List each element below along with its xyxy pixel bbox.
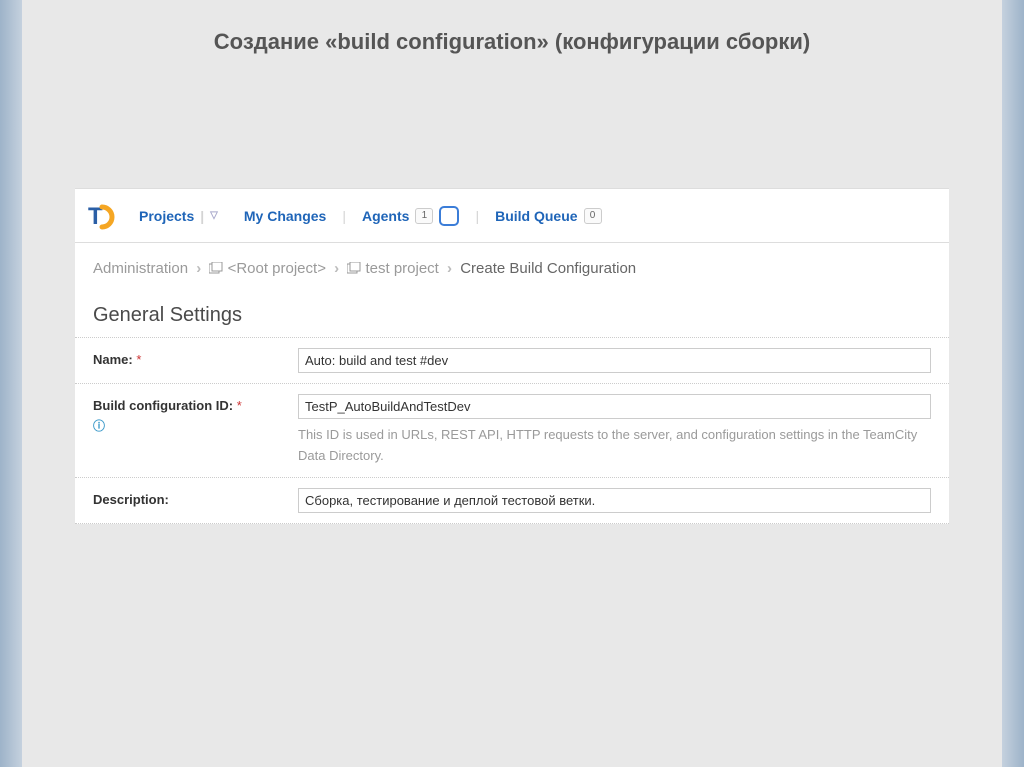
id-hint: This ID is used in URLs, REST API, HTTP …	[298, 425, 931, 467]
project-icon	[347, 258, 361, 282]
name-label: Name: *	[93, 348, 298, 367]
chevron-right-icon: ›	[196, 260, 201, 277]
required-mark: *	[237, 398, 242, 413]
slide-gradient-right	[1002, 0, 1024, 767]
chevron-right-icon: ›	[447, 260, 452, 277]
slide-gradient-left	[0, 0, 22, 767]
breadcrumb-root[interactable]: <Root project>	[228, 260, 326, 277]
project-icon	[209, 258, 223, 282]
agents-count-badge: 1	[415, 208, 433, 224]
breadcrumb-test-project[interactable]: test project	[365, 260, 438, 277]
description-input[interactable]	[298, 488, 931, 513]
agent-status-icon	[439, 206, 459, 226]
nav-projects[interactable]: Projects | ▽	[129, 202, 228, 230]
top-nav: T Projects | ▽ My Changes | Agents 1 | B…	[75, 189, 949, 243]
build-id-input[interactable]	[298, 394, 931, 419]
breadcrumb-admin[interactable]: Administration	[93, 260, 188, 277]
form-row-description: Description:	[75, 477, 949, 524]
name-label-text: Name:	[93, 352, 133, 367]
description-label: Description:	[93, 488, 298, 507]
nav-agents[interactable]: Agents 1	[352, 200, 469, 232]
slide-title: Создание «build configuration» (конфигур…	[0, 0, 1024, 56]
nav-projects-label: Projects	[139, 208, 194, 224]
teamcity-panel: T Projects | ▽ My Changes | Agents 1 | B…	[75, 188, 949, 524]
form-row-id: Build configuration ID: * ⓘ This ID is u…	[75, 383, 949, 477]
nav-separator: |	[475, 208, 479, 224]
nav-separator: |	[200, 208, 204, 224]
nav-separator: |	[342, 208, 346, 224]
chevron-right-icon: ›	[334, 260, 339, 277]
queue-count-badge: 0	[584, 208, 602, 224]
id-label: Build configuration ID: * ⓘ	[93, 394, 298, 434]
nav-my-changes[interactable]: My Changes	[234, 202, 336, 230]
teamcity-logo-icon[interactable]: T	[85, 201, 115, 231]
nav-build-queue-label: Build Queue	[495, 208, 577, 224]
name-input[interactable]	[298, 348, 931, 373]
nav-build-queue[interactable]: Build Queue 0	[485, 202, 611, 230]
breadcrumb: Administration › <Root project> › test p…	[75, 243, 949, 288]
id-label-text: Build configuration ID:	[93, 398, 233, 413]
required-mark: *	[136, 352, 141, 367]
section-title: General Settings	[75, 288, 949, 337]
form-row-name: Name: *	[75, 337, 949, 383]
breadcrumb-current: Create Build Configuration	[460, 260, 636, 277]
help-icon[interactable]: ⓘ	[93, 417, 105, 434]
chevron-down-icon: ▽	[210, 210, 218, 221]
nav-agents-label: Agents	[362, 208, 409, 224]
